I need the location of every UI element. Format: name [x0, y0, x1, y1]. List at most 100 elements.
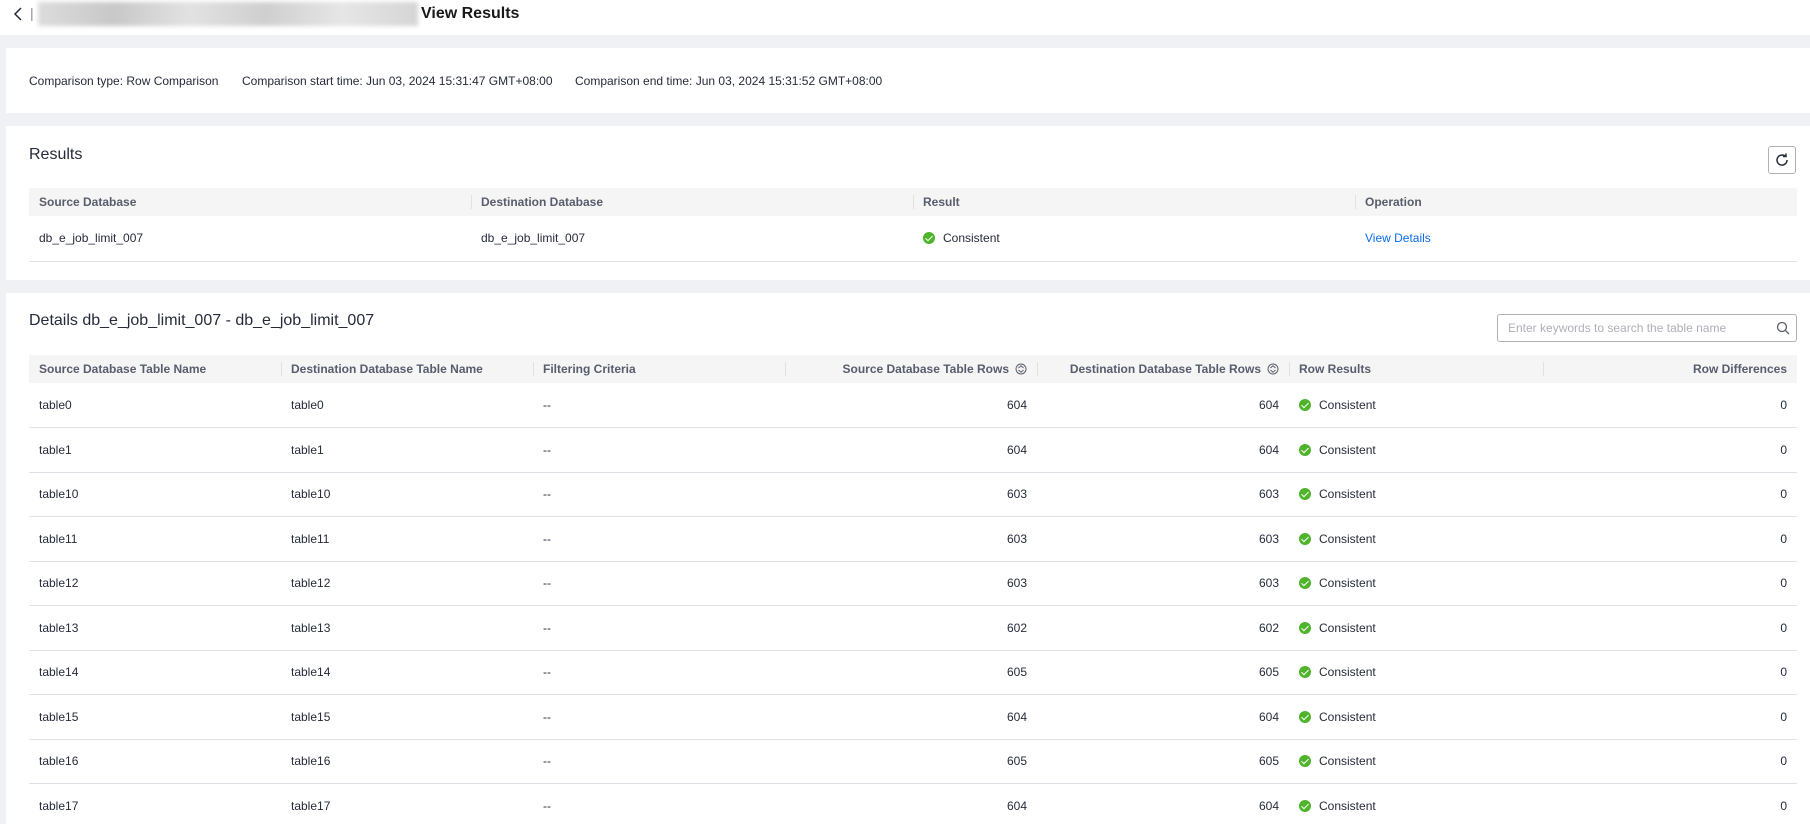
row-result-cell: Consistent: [1289, 783, 1543, 824]
sort-icon[interactable]: [1015, 363, 1027, 375]
check-circle-icon: [1299, 621, 1311, 634]
destination-table-rows-cell: 603: [1037, 561, 1289, 606]
filtering-criteria-cell: --: [533, 739, 785, 784]
source-table-name-cell: table1: [29, 427, 281, 473]
source-table-rows-cell: 603: [785, 561, 1037, 606]
row-differences-cell: 0: [1543, 739, 1797, 784]
comparison-type: Comparison type: Row Comparison: [29, 74, 219, 88]
col-result: Result: [913, 188, 1355, 216]
details-table: Source Database Table Name Destination D…: [29, 355, 1797, 824]
check-circle-icon: [1299, 710, 1311, 723]
table-row: table12 table12 -- 603 603 Consistent 0: [29, 561, 1797, 606]
source-table-name-cell: table12: [29, 561, 281, 606]
row-differences-cell: 0: [1543, 383, 1797, 428]
table-row: table17 table17 -- 604 604 Consistent 0: [29, 783, 1797, 824]
table-row: table16 table16 -- 605 605 Consistent 0: [29, 739, 1797, 784]
destination-table-name-cell: table10: [281, 472, 533, 517]
filtering-criteria-cell: --: [533, 605, 785, 651]
page-title: View Results: [421, 5, 520, 22]
row-result-cell: Consistent: [1289, 383, 1543, 428]
row-result-cell: Consistent: [1289, 650, 1543, 695]
destination-table-rows-cell: 603: [1037, 472, 1289, 517]
check-circle-icon: [1299, 755, 1311, 768]
destination-table-rows-cell: 602: [1037, 605, 1289, 651]
results-header-row: Source Database Destination Database Res…: [29, 188, 1797, 216]
destination-table-name-cell: table1: [281, 427, 533, 473]
source-table-name-cell: table11: [29, 516, 281, 562]
table-search[interactable]: [1497, 314, 1797, 342]
back-arrow-icon[interactable]: [10, 5, 26, 23]
source-table-name-cell: table15: [29, 694, 281, 740]
details-card: Details db_e_job_limit_007 - db_e_job_li…: [6, 293, 1810, 824]
source-table-rows-cell: 603: [785, 472, 1037, 517]
check-circle-icon: [1299, 488, 1311, 501]
title-separator: |: [30, 5, 34, 21]
col-operation: Operation: [1355, 188, 1797, 216]
col-source-table-rows[interactable]: Source Database Table Rows: [785, 355, 1037, 383]
destination-table-rows-cell: 604: [1037, 783, 1289, 824]
source-table-rows-cell: 605: [785, 650, 1037, 695]
row-differences-cell: 0: [1543, 694, 1797, 740]
destination-table-rows-cell: 604: [1037, 694, 1289, 740]
row-result-cell: Consistent: [1289, 427, 1543, 473]
destination-database-cell: db_e_job_limit_007: [471, 216, 913, 262]
filtering-criteria-cell: --: [533, 650, 785, 695]
source-table-rows-cell: 604: [785, 383, 1037, 428]
search-icon[interactable]: [1776, 321, 1790, 335]
check-circle-icon: [1299, 577, 1311, 590]
destination-table-rows-cell: 605: [1037, 650, 1289, 695]
destination-table-name-cell: table15: [281, 694, 533, 740]
source-table-rows-cell: 603: [785, 516, 1037, 562]
source-table-name-cell: table0: [29, 383, 281, 428]
source-table-name-cell: table10: [29, 472, 281, 517]
table-row: table15 table15 -- 604 604 Consistent 0: [29, 694, 1797, 740]
filtering-criteria-cell: --: [533, 561, 785, 606]
row-differences-cell: 0: [1543, 472, 1797, 517]
row-result-cell: Consistent: [1289, 516, 1543, 562]
row-differences-cell: 0: [1543, 650, 1797, 695]
row-result-cell: Consistent: [1289, 739, 1543, 784]
filtering-criteria-cell: --: [533, 383, 785, 428]
source-table-rows-cell: 604: [785, 427, 1037, 473]
table-row: db_e_job_limit_007 db_e_job_limit_007 Co…: [29, 216, 1797, 262]
details-table-body: table0 table0 -- 604 604 Consistent 0 table1 tab…: [29, 383, 1797, 824]
destination-table-rows-cell: 604: [1037, 427, 1289, 473]
source-database-cell: db_e_job_limit_007: [29, 216, 471, 262]
destination-table-rows-cell: 605: [1037, 739, 1289, 784]
col-source-table-name: Source Database Table Name: [29, 355, 281, 383]
col-row-differences: Row Differences: [1543, 355, 1797, 383]
col-destination-database: Destination Database: [471, 188, 913, 216]
col-destination-table-rows[interactable]: Destination Database Table Rows: [1037, 355, 1289, 383]
table-row: table14 table14 -- 605 605 Consistent 0: [29, 650, 1797, 695]
filtering-criteria-cell: --: [533, 516, 785, 562]
check-circle-icon: [1299, 666, 1311, 679]
refresh-button[interactable]: [1768, 146, 1796, 174]
source-table-name-cell: table13: [29, 605, 281, 651]
source-table-rows-cell: 604: [785, 694, 1037, 740]
source-table-rows-cell: 602: [785, 605, 1037, 651]
table-row: table13 table13 -- 602 602 Consistent 0: [29, 605, 1797, 651]
results-title: Results: [29, 146, 83, 163]
row-differences-cell: 0: [1543, 605, 1797, 651]
comparison-end-time: Comparison end time: Jun 03, 2024 15:31:…: [575, 74, 883, 88]
row-result-cell: Consistent: [1289, 472, 1543, 517]
row-result-cell: Consistent: [1289, 694, 1543, 740]
row-result-cell: Consistent: [1289, 605, 1543, 651]
top-bar: | View Results: [0, 0, 1810, 35]
source-table-rows-cell: 604: [785, 783, 1037, 824]
sort-icon[interactable]: [1267, 363, 1279, 375]
view-details-link[interactable]: View Details: [1365, 231, 1431, 245]
row-differences-cell: 0: [1543, 427, 1797, 473]
destination-table-name-cell: table0: [281, 383, 533, 428]
source-table-name-cell: table17: [29, 783, 281, 824]
table-row: table11 table11 -- 603 603 Consistent 0: [29, 516, 1797, 562]
source-table-name-cell: table16: [29, 739, 281, 784]
destination-table-name-cell: table16: [281, 739, 533, 784]
results-card: Results Source Database Destination Data…: [6, 126, 1810, 280]
table-row: table1 table1 -- 604 604 Consistent 0: [29, 427, 1797, 473]
comparison-start-time: Comparison start time: Jun 03, 2024 15:3…: [242, 74, 553, 88]
search-input[interactable]: [1498, 315, 1758, 341]
destination-table-name-cell: table13: [281, 605, 533, 651]
details-header-row: Source Database Table Name Destination D…: [29, 355, 1797, 383]
check-circle-icon: [1299, 399, 1311, 411]
